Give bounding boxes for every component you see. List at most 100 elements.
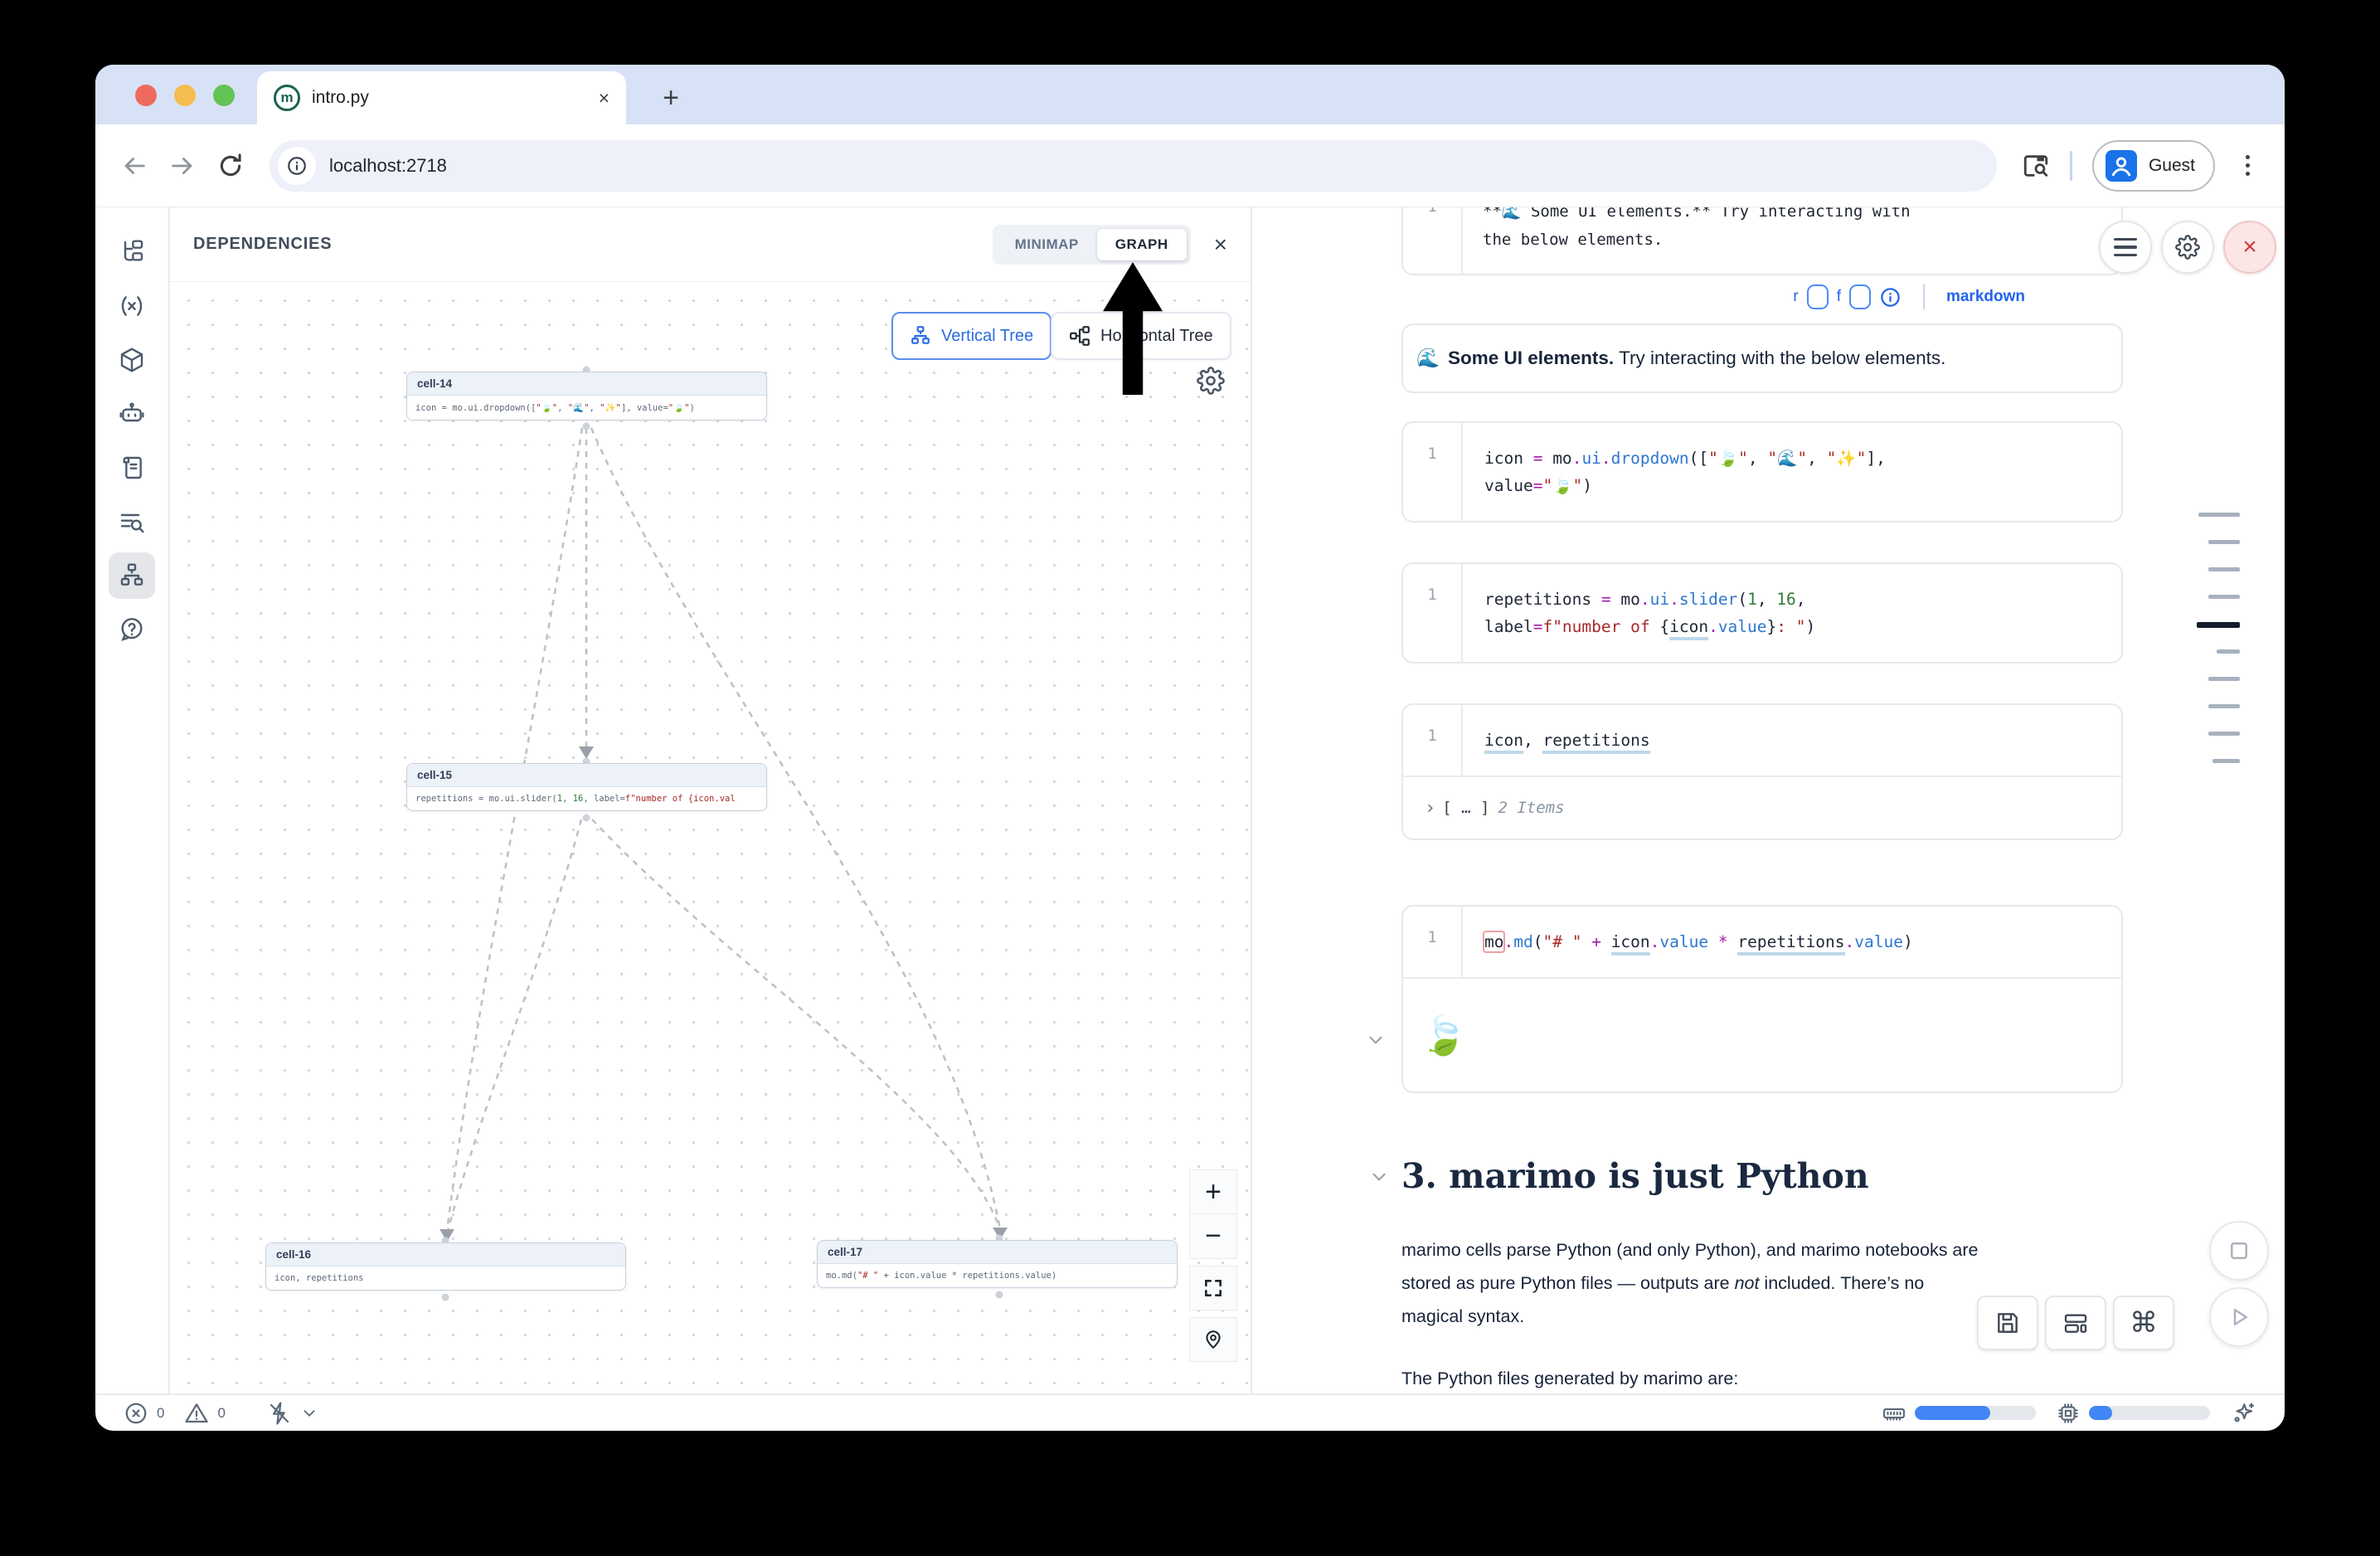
- back-icon[interactable]: [120, 152, 148, 180]
- graph-canvas[interactable]: Vertical Tree Horizontal Tree cell-14 ic…: [170, 282, 1251, 1393]
- section-paragraph: marimo cells parse Python (and only Pyth…: [1401, 1234, 1990, 1333]
- locate-button[interactable]: [1189, 1317, 1237, 1362]
- notebook-footer-buttons: ⌘: [1977, 1296, 2174, 1350]
- chevron-down-icon[interactable]: [300, 1404, 318, 1422]
- layout-button[interactable]: [2045, 1296, 2106, 1350]
- expand-chevron-icon[interactable]: ›: [1425, 798, 1435, 819]
- code-token: ,: [1757, 590, 1776, 609]
- minimap-mark[interactable]: [2208, 704, 2240, 708]
- close-panel-icon[interactable]: ×: [1214, 233, 1227, 256]
- minimap-mark[interactable]: [2208, 595, 2240, 599]
- notebook-menu-button[interactable]: [2099, 221, 2152, 274]
- tab-minimap[interactable]: MINIMAP: [997, 229, 1097, 260]
- zoom-out-button[interactable]: −: [1189, 1214, 1237, 1259]
- minimap-mark-active[interactable]: [2197, 622, 2240, 628]
- minimap-mark[interactable]: [2198, 513, 2240, 517]
- profile-name: Guest: [2149, 156, 2195, 176]
- minimap-mark[interactable]: [2208, 567, 2240, 571]
- shutdown-button[interactable]: ×: [2223, 221, 2276, 274]
- collapse-chevron-icon[interactable]: [1365, 1029, 1387, 1051]
- markdown-source[interactable]: **🌊 Some UI elements.** Try interacting …: [1463, 207, 1911, 274]
- graph-node-cell-17[interactable]: cell-17 mo.md("# " + icon.value * repeti…: [817, 1240, 1178, 1288]
- minimize-window-button[interactable]: [174, 85, 196, 106]
- forward-icon[interactable]: [168, 152, 197, 180]
- stop-button[interactable]: [2209, 1221, 2269, 1281]
- notebook-settings-button[interactable]: [2161, 221, 2214, 274]
- code-cell-dropdown[interactable]: 1 icon = mo.ui.dropdown(["🍃", "🌊", "✨"],…: [1401, 421, 2123, 523]
- maximize-window-button[interactable]: [213, 85, 235, 106]
- fit-view-button[interactable]: [1189, 1266, 1237, 1310]
- url-text[interactable]: localhost:2718: [329, 155, 447, 177]
- sidebar-item-dependencies[interactable]: [109, 552, 155, 599]
- vertical-tree-button[interactable]: Vertical Tree: [891, 312, 1052, 360]
- code-editor[interactable]: mo.md("# " + icon.value * repetitions.va…: [1463, 907, 1913, 977]
- warnings-icon[interactable]: [184, 1401, 209, 1426]
- code-token: "# ": [1542, 932, 1581, 951]
- new-tab-button[interactable]: +: [651, 78, 691, 118]
- code-token: }: [1767, 617, 1777, 636]
- sidebar-item-variables[interactable]: [109, 283, 155, 329]
- ai-sparkle-icon[interactable]: [2230, 1400, 2256, 1427]
- graph-settings-gear-icon[interactable]: [1197, 367, 1225, 395]
- browser-menu-icon[interactable]: [2235, 155, 2260, 176]
- view-switcher: MINIMAP GRAPH: [993, 225, 1191, 265]
- output-bold-text: Some UI elements.: [1448, 348, 1614, 369]
- zoom-in-button[interactable]: +: [1189, 1169, 1237, 1214]
- code-token: , label=: [583, 794, 625, 804]
- code-editor[interactable]: icon, repetitions: [1463, 705, 1650, 776]
- save-button[interactable]: [1977, 1296, 2038, 1350]
- markdown-editor-cell[interactable]: 1 **🌊 Some UI elements.** Try interactin…: [1401, 207, 2123, 275]
- browser-toolbar: localhost:2718 Guest: [95, 124, 2285, 207]
- code-cell-slider[interactable]: 1 repetitions = mo.ui.slider(1, 16,label…: [1401, 562, 2123, 664]
- code-editor[interactable]: repetitions = mo.ui.slider(1, 16,label=f…: [1463, 564, 1815, 662]
- sidebar-item-ai-assistant[interactable]: [109, 391, 155, 437]
- code-token: "🌊": [568, 403, 590, 413]
- errors-icon[interactable]: [124, 1401, 148, 1426]
- shortcut-key-icon[interactable]: [1849, 284, 1871, 309]
- package-cube-icon: [119, 347, 145, 373]
- shortcuts-button[interactable]: ⌘: [2113, 1296, 2174, 1350]
- profile-button[interactable]: Guest: [2092, 140, 2215, 192]
- shortcut-key-icon[interactable]: [1807, 284, 1829, 309]
- reload-icon[interactable]: [216, 152, 245, 180]
- sidebar-item-outline[interactable]: [109, 498, 155, 545]
- notebook-actions: ×: [2099, 221, 2276, 274]
- language-label[interactable]: markdown: [1946, 288, 2025, 306]
- autorun-disabled-icon[interactable]: [267, 1401, 292, 1426]
- site-info-icon[interactable]: [278, 147, 316, 185]
- browser-tab[interactable]: m intro.py ×: [257, 71, 626, 124]
- run-button[interactable]: [2209, 1287, 2269, 1347]
- minimap-mark[interactable]: [2208, 677, 2240, 681]
- graph-node-cell-16[interactable]: cell-16 icon, repetitions: [265, 1242, 626, 1291]
- minimap-mark[interactable]: [2212, 759, 2240, 763]
- section-collapse-chevron-icon[interactable]: [1368, 1166, 1390, 1188]
- md-render-output: 🍃: [1403, 977, 2121, 1092]
- sidebar-item-snippets[interactable]: [109, 445, 155, 491]
- code-cell-tuple[interactable]: 1 icon, repetitions › [ … ] 2 Items: [1401, 703, 2123, 840]
- tab-graph[interactable]: GRAPH: [1097, 229, 1187, 260]
- close-window-button[interactable]: [135, 85, 157, 106]
- search-tabs-icon[interactable]: [2022, 152, 2050, 180]
- info-icon[interactable]: [1879, 286, 1902, 309]
- horizontal-tree-icon: [1069, 325, 1090, 347]
- code-token: mo: [1542, 449, 1571, 468]
- window-controls: [135, 85, 235, 106]
- code-cell-md[interactable]: 1 mo.md("# " + icon.value * repetitions.…: [1401, 905, 2123, 1093]
- graph-node-cell-15[interactable]: cell-15 repetitions = mo.ui.slider(1, 16…: [406, 763, 767, 811]
- sidebar-item-packages[interactable]: [109, 337, 155, 383]
- sidebar-item-file-explorer[interactable]: [109, 229, 155, 275]
- graph-node-cell-14[interactable]: cell-14 icon = mo.ui.dropdown(["🍃", "🌊",…: [406, 372, 767, 421]
- sidebar-item-help[interactable]: [109, 606, 155, 653]
- tuple-output[interactable]: › [ … ] 2 Items: [1403, 776, 2121, 839]
- minimap-mark[interactable]: [2208, 732, 2240, 736]
- minimap-mark[interactable]: [2208, 540, 2240, 544]
- scroll-minimap[interactable]: [2197, 513, 2240, 786]
- minimap-mark[interactable]: [2217, 649, 2240, 654]
- node-title: cell-17: [818, 1241, 1177, 1264]
- cell-toolbar: r f markdown: [1401, 275, 2123, 318]
- tab-close-icon[interactable]: ×: [599, 87, 610, 109]
- code-editor[interactable]: icon = mo.ui.dropdown(["🍃", "🌊", "✨"],va…: [1463, 423, 1886, 521]
- address-bar[interactable]: localhost:2718: [270, 140, 1997, 192]
- code-token: ): [690, 403, 695, 413]
- code-token: repetitions = mo.ui.slider(: [415, 794, 557, 804]
